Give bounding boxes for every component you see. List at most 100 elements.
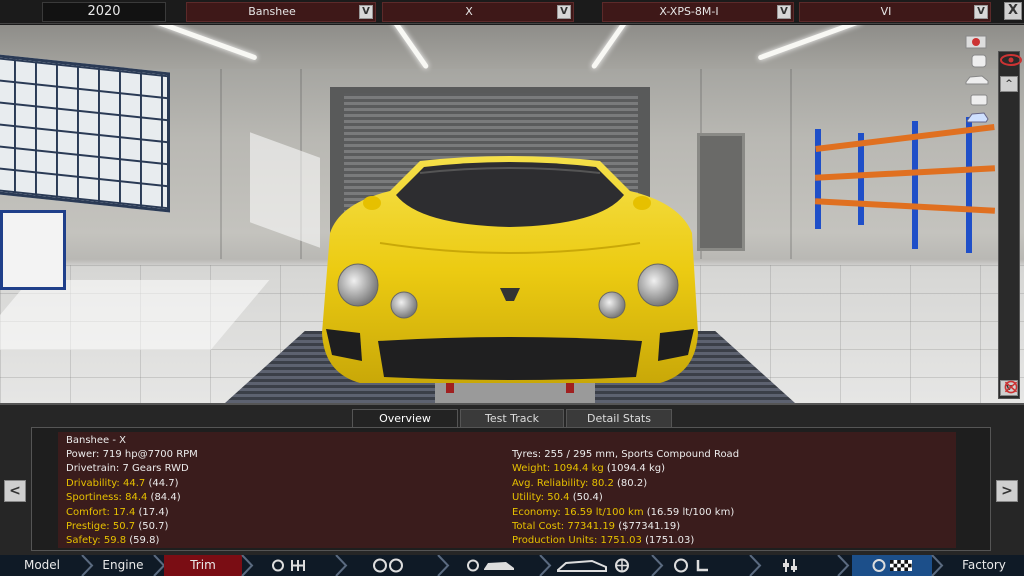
stat-base-value: (50.4) bbox=[572, 492, 603, 504]
stat-row: Safety: 59.8 (59.8) bbox=[66, 534, 159, 548]
stat-row: Drivetrain: 7 Gears RWD bbox=[66, 462, 189, 476]
engine-variant-dropdown-button[interactable]: V bbox=[974, 5, 988, 19]
stat-base-value: (44.7) bbox=[148, 477, 179, 489]
stat-row: Total Cost: 77341.19 ($77341.19) bbox=[512, 520, 680, 534]
chevron-right-icon bbox=[241, 555, 254, 576]
garage-windows bbox=[0, 53, 170, 213]
stat-row: Sportiness: 84.4 (84.4) bbox=[66, 491, 181, 505]
trim-select-value: X bbox=[465, 5, 473, 18]
suspension-wheels-icon[interactable] bbox=[370, 558, 406, 573]
car-model[interactable] bbox=[300, 133, 720, 395]
stat-label: Economy: bbox=[512, 506, 561, 518]
camera-icon[interactable] bbox=[964, 33, 990, 49]
stat-base-value: (16.59 lt/100 km) bbox=[646, 506, 735, 518]
stat-base-value: (1751.03) bbox=[645, 535, 695, 547]
chevron-right-icon bbox=[651, 555, 664, 576]
tab-detail-stats[interactable]: Detail Stats bbox=[566, 409, 672, 429]
stat-row: Drivability: 44.7 (44.7) bbox=[66, 477, 179, 491]
car-front-view-icon[interactable] bbox=[966, 91, 992, 107]
reset-view-icon[interactable] bbox=[998, 379, 1024, 395]
stat-label: Production Units: bbox=[512, 535, 598, 547]
nav-engine[interactable]: Engine bbox=[92, 555, 154, 576]
stat-value: 77341.19 bbox=[567, 521, 616, 532]
stat-label: Avg. Reliability: bbox=[512, 477, 589, 489]
nav-trim[interactable]: Trim bbox=[164, 555, 242, 576]
tab-overview[interactable]: Overview bbox=[352, 409, 458, 429]
engine-dropdown-button[interactable]: V bbox=[777, 5, 791, 19]
close-button[interactable]: X bbox=[1004, 2, 1022, 20]
chevron-right-icon bbox=[837, 555, 850, 576]
stat-value: 59.8 bbox=[103, 535, 127, 547]
stat-value: 16.59 lt/100 km bbox=[563, 506, 644, 518]
next-button[interactable]: > bbox=[996, 480, 1018, 502]
stat-row: Tyres: 255 / 295 mm, Sports Compound Roa… bbox=[512, 448, 739, 462]
tab-test-track[interactable]: Test Track bbox=[460, 409, 564, 429]
model-select[interactable]: Banshee V bbox=[186, 2, 376, 22]
stat-row: Avg. Reliability: 80.2 (80.2) bbox=[512, 477, 647, 491]
stat-base-value: (59.8) bbox=[129, 535, 160, 547]
stat-label: Tyres: bbox=[512, 449, 542, 460]
shelf-post bbox=[912, 121, 918, 249]
stat-label: Total Cost: bbox=[512, 521, 565, 532]
car-title: Banshee - X bbox=[66, 435, 126, 446]
stat-row: Production Units: 1751.03 (1751.03) bbox=[512, 534, 694, 548]
stat-value: 17.4 bbox=[113, 506, 136, 518]
chevron-right-icon bbox=[539, 555, 552, 576]
stat-label: Prestige: bbox=[66, 521, 110, 532]
shelf-post bbox=[966, 117, 972, 253]
stat-base-value: (1094.4 kg) bbox=[606, 463, 666, 475]
nav-model[interactable]: Model bbox=[0, 555, 84, 576]
chassis-gearbox-icon[interactable] bbox=[270, 558, 312, 573]
stat-row: Weight: 1094.4 kg (1094.4 kg) bbox=[512, 462, 665, 476]
stat-value: 80.2 bbox=[591, 477, 614, 489]
stat-label: Drivetrain: bbox=[66, 463, 120, 475]
info-panel: Overview Test Track Detail Stats < > Ban… bbox=[0, 403, 1024, 555]
stat-label: Sportiness: bbox=[66, 492, 122, 504]
fixtures-icon[interactable] bbox=[780, 558, 804, 573]
chevron-right-icon bbox=[437, 555, 450, 576]
stat-value: 7 Gears RWD bbox=[122, 463, 189, 475]
stat-row: Comfort: 17.4 (17.4) bbox=[66, 506, 169, 520]
engine-variant-select-value: VI bbox=[880, 5, 892, 18]
wall-seam bbox=[790, 69, 792, 259]
car-angle-view-icon[interactable] bbox=[964, 109, 990, 125]
car-side-view-icon[interactable] bbox=[964, 71, 990, 87]
stat-value: 255 / 295 mm, Sports Compound Road bbox=[544, 449, 740, 460]
stat-value: 1094.4 kg bbox=[553, 463, 604, 475]
chevron-right-icon bbox=[931, 555, 944, 576]
chevron-right-icon bbox=[749, 555, 762, 576]
trim-dropdown-button[interactable]: V bbox=[557, 5, 571, 19]
testing-flag-icon[interactable] bbox=[872, 558, 914, 573]
stat-row: Power: 719 hp@7700 RPM bbox=[66, 448, 198, 462]
stat-base-value: (17.4) bbox=[138, 506, 169, 518]
stat-label: Weight: bbox=[512, 463, 551, 475]
scroll-up-button[interactable]: ^ bbox=[1000, 76, 1018, 92]
stat-value: 84.4 bbox=[125, 492, 148, 504]
nav-factory[interactable]: Factory bbox=[946, 555, 1022, 576]
stat-base-value: (80.2) bbox=[617, 477, 648, 489]
stat-label: Power: bbox=[66, 449, 100, 460]
garage-cabinet bbox=[0, 210, 66, 290]
eye-icon[interactable] bbox=[1000, 53, 1022, 67]
engine-variant-select[interactable]: VI V bbox=[799, 2, 991, 22]
top-bar: 2020 Banshee V X V X-XPS-8M-I V VI V X bbox=[0, 0, 1024, 24]
stat-value: 50.7 bbox=[112, 521, 136, 532]
car-3d-viewport[interactable]: ^ v bbox=[0, 25, 1024, 403]
stat-value: 719 hp@7700 RPM bbox=[102, 449, 198, 460]
garage-ceiling bbox=[0, 25, 1024, 69]
stat-row: Economy: 16.59 lt/100 km (16.59 lt/100 k… bbox=[512, 506, 734, 520]
engine-select-value: X-XPS-8M-I bbox=[659, 5, 719, 18]
car-top-view-icon[interactable] bbox=[966, 53, 992, 69]
body-design-icon[interactable] bbox=[466, 558, 516, 573]
stat-label: Drivability: bbox=[66, 477, 120, 489]
aero-cooling-icon[interactable] bbox=[556, 558, 634, 573]
stats-frame: Banshee - X Power: 719 hp@7700 RPM Drivet… bbox=[31, 427, 991, 551]
model-dropdown-button[interactable]: V bbox=[359, 5, 373, 19]
interior-icon[interactable] bbox=[672, 558, 712, 573]
engine-select[interactable]: X-XPS-8M-I V bbox=[602, 2, 794, 22]
wall-seam bbox=[220, 69, 222, 259]
stat-row: Utility: 50.4 (50.4) bbox=[512, 491, 603, 505]
trim-select[interactable]: X V bbox=[382, 2, 574, 22]
previous-button[interactable]: < bbox=[4, 480, 26, 502]
year-field[interactable]: 2020 bbox=[42, 2, 166, 22]
